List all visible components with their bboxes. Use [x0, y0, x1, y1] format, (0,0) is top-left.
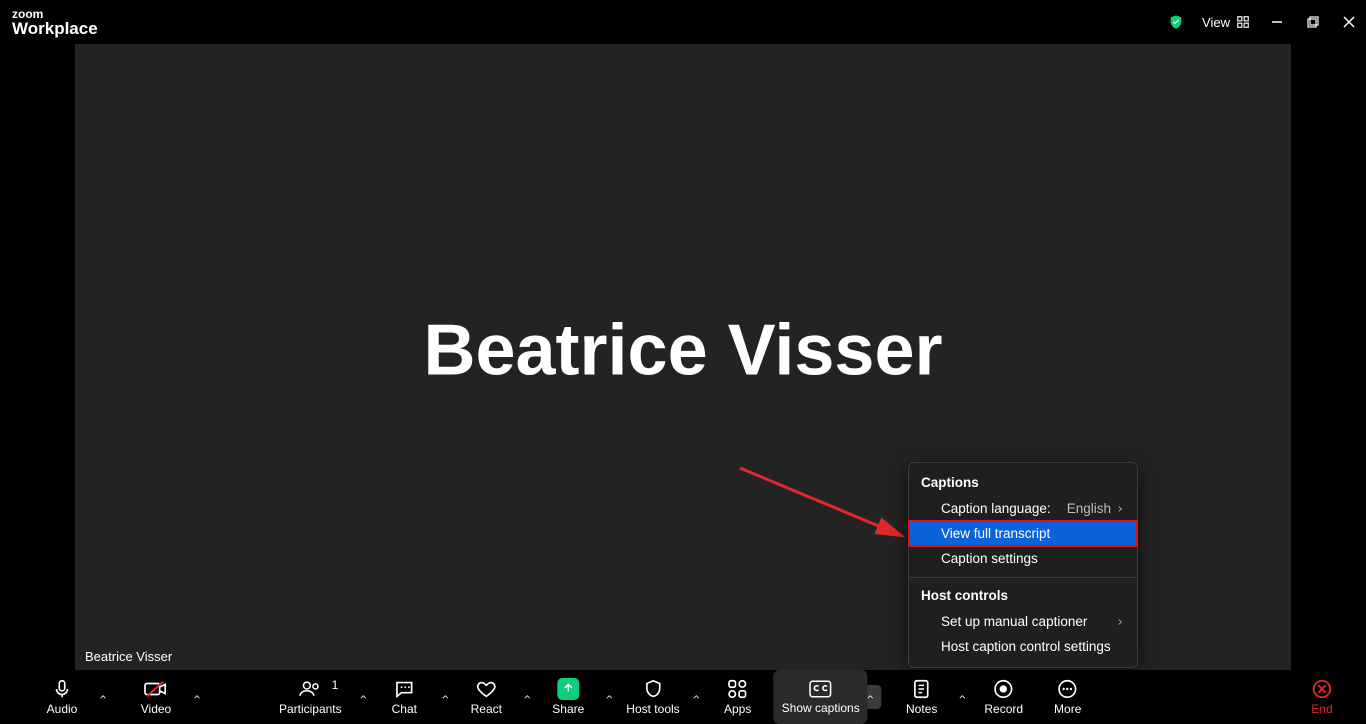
more-label: More — [1054, 702, 1081, 716]
host-tools-button[interactable]: Host tools — [618, 670, 687, 724]
maximize-button[interactable] — [1304, 13, 1322, 31]
microphone-icon — [51, 678, 73, 700]
audio-caret[interactable] — [94, 670, 112, 724]
minimize-button[interactable] — [1268, 13, 1286, 31]
more-button[interactable]: More — [1036, 670, 1100, 724]
caption-settings-label: Caption settings — [941, 551, 1038, 566]
setup-manual-captioner-label: Set up manual captioner — [941, 614, 1087, 629]
audio-button[interactable]: Audio — [30, 670, 94, 724]
host-controls-section-title: Host controls — [909, 584, 1137, 609]
chat-button[interactable]: Chat — [372, 670, 436, 724]
react-caret[interactable] — [518, 670, 536, 724]
encryption-shield-icon[interactable] — [1168, 14, 1184, 30]
host-tools-label: Host tools — [626, 702, 679, 716]
apps-label: Apps — [724, 702, 751, 716]
shield-icon — [642, 678, 664, 700]
apps-button[interactable]: Apps — [706, 670, 770, 724]
setup-manual-captioner-item[interactable]: Set up manual captioner — [909, 609, 1137, 634]
captions-menu: Captions Caption language: English View … — [908, 462, 1138, 668]
video-caret[interactable] — [188, 670, 206, 724]
captions-section-title: Captions — [909, 471, 1137, 496]
participants-button[interactable]: 1 Participants — [266, 670, 354, 724]
view-full-transcript-label: View full transcript — [941, 526, 1050, 541]
caption-language-label: Caption language: — [941, 501, 1051, 516]
end-call-icon — [1311, 678, 1333, 700]
end-button[interactable]: End — [1290, 670, 1354, 724]
caption-language-value: English — [1067, 501, 1111, 516]
show-captions-button[interactable]: Show captions — [774, 670, 868, 724]
chat-caret[interactable] — [436, 670, 454, 724]
participant-display-name: Beatrice Visser — [423, 309, 942, 391]
closed-captions-icon — [809, 679, 833, 699]
video-label: Video — [141, 702, 171, 716]
chevron-right-icon — [1115, 617, 1125, 627]
share-button[interactable]: Share — [536, 670, 600, 724]
react-button[interactable]: React — [454, 670, 518, 724]
share-caret[interactable] — [600, 670, 618, 724]
grid-icon — [1236, 15, 1250, 29]
video-button[interactable]: Video — [124, 670, 188, 724]
show-captions-label: Show captions — [782, 701, 860, 715]
notes-label: Notes — [906, 702, 937, 716]
caption-language-item[interactable]: Caption language: English — [909, 496, 1137, 521]
view-button[interactable]: View — [1202, 15, 1250, 30]
notes-caret[interactable] — [954, 670, 972, 724]
close-button[interactable] — [1340, 13, 1358, 31]
record-icon — [993, 678, 1015, 700]
titlebar: zoom Workplace View — [0, 0, 1366, 44]
react-label: React — [471, 702, 502, 716]
meeting-toolbar: Audio Video 1 Participants Chat React — [0, 670, 1366, 724]
logo-zoom-text: zoom — [12, 8, 98, 20]
participant-nametag: Beatrice Visser — [79, 647, 178, 666]
menu-separator — [909, 577, 1137, 578]
app-logo: zoom Workplace — [12, 8, 98, 37]
notes-icon — [911, 678, 933, 700]
end-label: End — [1311, 702, 1332, 716]
participants-label: Participants — [279, 702, 342, 716]
chevron-right-icon — [1115, 504, 1125, 514]
more-icon — [1057, 678, 1079, 700]
audio-label: Audio — [47, 702, 78, 716]
share-screen-icon — [557, 678, 579, 700]
caption-settings-item[interactable]: Caption settings — [909, 546, 1137, 571]
participants-caret[interactable] — [354, 670, 372, 724]
view-full-transcript-item[interactable]: View full transcript — [909, 521, 1137, 546]
chat-label: Chat — [392, 702, 417, 716]
share-label: Share — [552, 702, 584, 716]
record-button[interactable]: Record — [972, 670, 1036, 724]
participants-icon — [298, 678, 322, 700]
chat-icon — [393, 678, 415, 700]
host-caption-control-item[interactable]: Host caption control settings — [909, 634, 1137, 659]
host-caption-control-label: Host caption control settings — [941, 639, 1111, 654]
heart-icon — [475, 678, 497, 700]
logo-workplace-text: Workplace — [12, 20, 98, 37]
participants-count: 1 — [332, 678, 339, 692]
record-label: Record — [984, 702, 1023, 716]
view-label: View — [1202, 15, 1230, 30]
video-off-icon — [143, 678, 169, 700]
notes-button[interactable]: Notes — [890, 670, 954, 724]
host-tools-caret[interactable] — [688, 670, 706, 724]
apps-icon — [727, 678, 749, 700]
